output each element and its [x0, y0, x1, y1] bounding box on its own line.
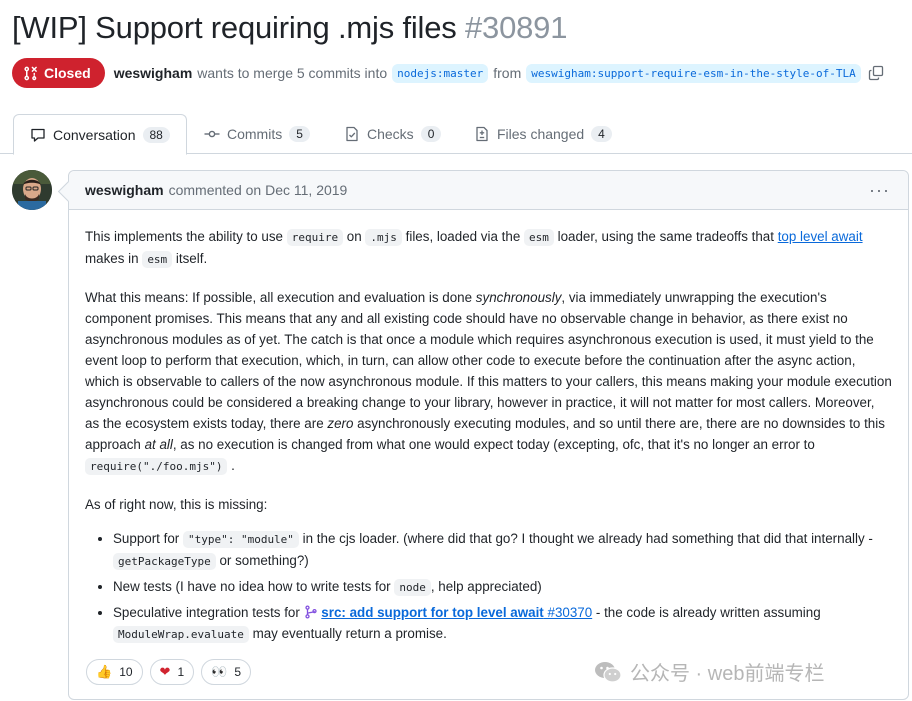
- eyes-icon: 👀: [211, 664, 228, 679]
- heart-icon: ❤: [159, 664, 171, 679]
- text: may eventually return a promise.: [248, 626, 447, 641]
- inline-code: esm: [524, 229, 554, 246]
- tab-checks-count: 0: [420, 126, 442, 142]
- text: , via immediately unwrapping the executi…: [85, 290, 892, 431]
- reaction-eyes[interactable]: 👀 5: [201, 659, 252, 685]
- text: Support for: [113, 531, 183, 546]
- text: makes in: [85, 251, 143, 266]
- comment-author[interactable]: weswigham: [85, 182, 164, 198]
- text: , help appreciated): [430, 579, 542, 594]
- pr-title: [WIP] Support requiring .mjs files: [12, 10, 457, 45]
- from-text: from: [493, 65, 522, 81]
- tab-checks-label: Checks: [367, 126, 414, 142]
- comment-paragraph-2: What this means: If possible, all execut…: [85, 287, 892, 477]
- text: What this means: If possible, all execut…: [85, 290, 476, 305]
- linked-pr-number: #30370: [543, 605, 593, 620]
- pr-title-row: [WIP] Support requiring .mjs files #3089…: [12, 10, 567, 46]
- tab-files-changed-count: 4: [591, 126, 612, 142]
- text: - the code is already written assuming: [592, 605, 821, 620]
- comment-options-button[interactable]: ···: [869, 181, 890, 199]
- pr-number: #30891: [465, 10, 568, 45]
- comment-paragraph-1: This implements the ability to use requi…: [85, 226, 892, 270]
- missing-list: Support for "type": "module" in the cjs …: [85, 528, 892, 645]
- emphasis: zero: [327, 416, 354, 431]
- inline-code: "type": "module": [182, 531, 299, 548]
- status-badge: Closed: [12, 58, 105, 88]
- tab-conversation[interactable]: Conversation 88: [13, 114, 187, 155]
- pr-meta: Closed weswigham wants to merge 5 commit…: [12, 58, 885, 88]
- tab-commits-count: 5: [289, 126, 310, 142]
- inline-code: esm: [142, 251, 173, 268]
- comment-header: weswigham commented on Dec 11, 2019 ···: [69, 171, 908, 210]
- merge-text: wants to merge 5 commits into: [197, 65, 388, 81]
- text: Speculative integration tests for: [113, 605, 304, 620]
- comment-timestamp[interactable]: commented on Dec 11, 2019: [169, 182, 348, 198]
- comment-body: This implements the ability to use requi…: [69, 210, 908, 645]
- tla-link[interactable]: top level await: [778, 229, 863, 244]
- checklist-icon: [346, 126, 358, 142]
- head-branch[interactable]: weswigham:support-require-esm-in-the-sty…: [526, 63, 861, 83]
- text: .: [227, 458, 235, 473]
- wechat-icon: [595, 661, 622, 683]
- watermark-text: 公众号 · web前端专栏: [630, 663, 825, 685]
- tab-conversation-count: 88: [142, 126, 170, 143]
- reaction-thumbs-up[interactable]: 👍 10: [86, 659, 143, 685]
- status-label: Closed: [44, 65, 91, 81]
- linked-pr-title: src: add support for top level await: [321, 605, 544, 620]
- git-pull-request-closed-icon: [24, 66, 37, 80]
- tab-conversation-label: Conversation: [53, 126, 136, 143]
- emphasis: at all: [144, 437, 173, 452]
- thumbs-up-icon: 👍: [96, 664, 113, 679]
- base-branch[interactable]: nodejs:master: [392, 63, 489, 83]
- list-item: New tests (I have no idea how to write t…: [113, 576, 892, 598]
- list-item: Speculative integration tests for src: a…: [113, 602, 892, 645]
- pr-author-link[interactable]: weswigham: [114, 65, 193, 81]
- reaction-count: 1: [177, 665, 185, 679]
- tab-files-changed[interactable]: Files changed 4: [458, 114, 628, 154]
- reaction-count: 5: [234, 665, 242, 679]
- list-item: Support for "type": "module" in the cjs …: [113, 528, 892, 572]
- text: , as no execution is changed from what o…: [172, 437, 815, 452]
- avatar[interactable]: [12, 170, 52, 210]
- tab-commits-label: Commits: [227, 126, 283, 142]
- text: on: [343, 229, 366, 244]
- text: New tests (I have no idea how to write t…: [113, 579, 395, 594]
- inline-code: require("./foo.mjs"): [85, 458, 228, 475]
- copy-branch-button[interactable]: [867, 64, 885, 82]
- reaction-count: 10: [119, 665, 133, 679]
- inline-code: require: [286, 229, 344, 246]
- copy-icon: [868, 65, 883, 81]
- git-pull-request-icon: [304, 605, 317, 619]
- comment-icon: [31, 128, 45, 142]
- inline-code: getPackageType: [113, 553, 216, 570]
- watermark: 公众号 · web前端专栏: [594, 657, 824, 686]
- text: or something?): [215, 553, 309, 568]
- avatar-image: [12, 170, 52, 210]
- text: This implements the ability to use: [85, 229, 287, 244]
- comment-paragraph-3: As of right now, this is missing:: [85, 497, 268, 512]
- text: files, loaded via the: [401, 229, 524, 244]
- text: loader, using the same tradeoffs that: [553, 229, 778, 244]
- linked-pr-link[interactable]: src: add support for top level await #30…: [321, 605, 592, 620]
- comment-box: weswigham commented on Dec 11, 2019 ··· …: [68, 170, 909, 700]
- emphasis: synchronously: [475, 290, 562, 305]
- tab-checks[interactable]: Checks 0: [328, 114, 457, 154]
- reaction-heart[interactable]: ❤ 1: [149, 659, 195, 685]
- pr-tabs: Conversation 88 Commits 5 Checks 0 Files…: [0, 114, 912, 155]
- inline-code: node: [394, 579, 431, 596]
- commit-icon: [204, 130, 220, 138]
- inline-code: ModuleWrap.evaluate: [113, 626, 249, 643]
- text: in the cjs loader. (where did that go? I…: [298, 531, 873, 546]
- tab-files-changed-label: Files changed: [497, 126, 585, 142]
- text: itself.: [172, 251, 208, 266]
- reactions-bar: 👍 10 ❤ 1 👀 5: [86, 659, 252, 685]
- file-diff-icon: [476, 126, 488, 142]
- inline-code: .mjs: [365, 229, 402, 246]
- tab-commits[interactable]: Commits 5: [188, 114, 326, 154]
